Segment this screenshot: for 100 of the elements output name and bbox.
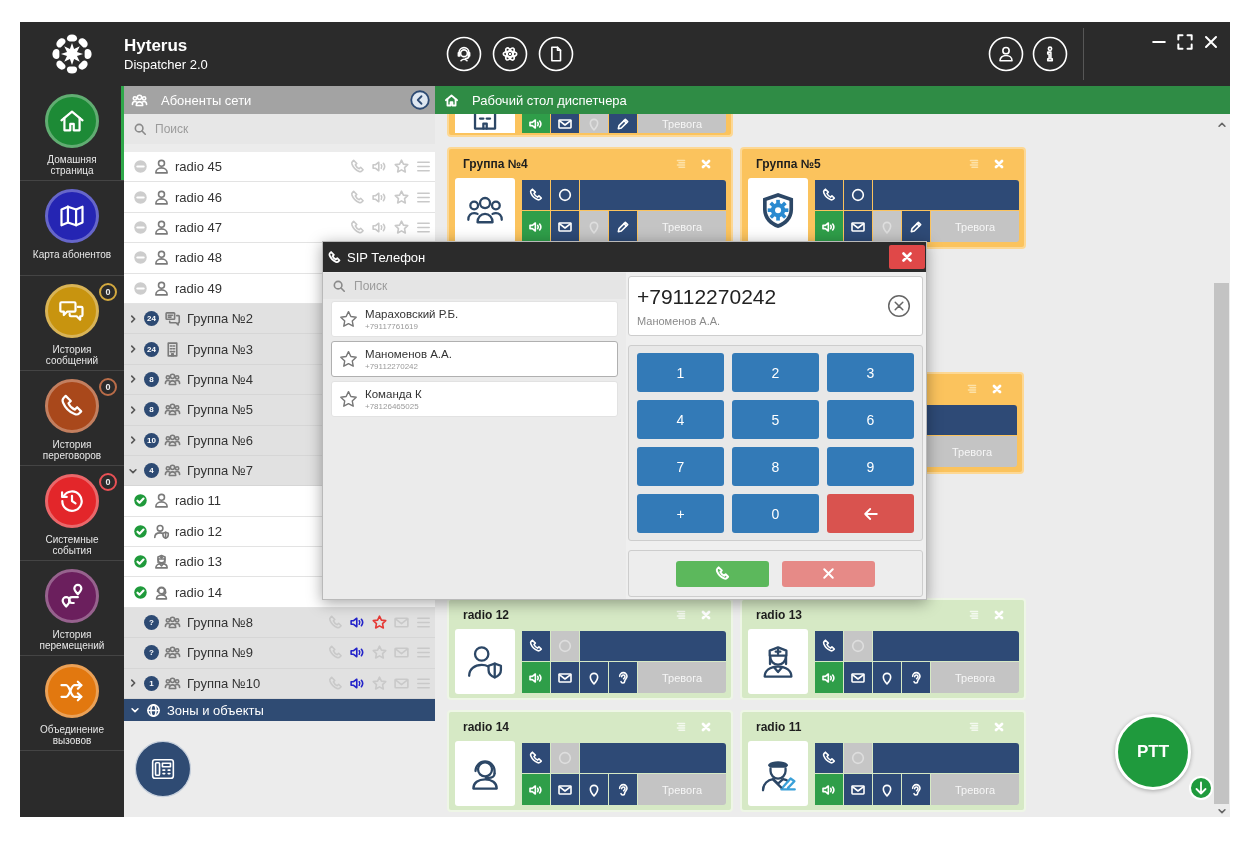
contact-item[interactable]: Мараховский Р.Б. +79117761619	[331, 301, 618, 337]
envelope-button[interactable]	[551, 662, 579, 693]
clear-icon[interactable]	[886, 293, 912, 319]
map-pin-button[interactable]	[580, 774, 608, 805]
envelope-button[interactable]	[844, 662, 872, 693]
phone-icon	[821, 750, 837, 766]
envelope-button[interactable]	[551, 211, 579, 242]
chevron-icon[interactable]	[128, 313, 138, 324]
desk-phone-icon[interactable]	[134, 740, 192, 799]
user-icon[interactable]	[988, 36, 1024, 72]
search-field[interactable]: Поиск	[323, 273, 626, 299]
zones-header[interactable]: Зоны и объекты	[124, 699, 435, 722]
ptt-button[interactable]: PTT	[1115, 714, 1191, 790]
subscriber-item[interactable]: radio 47	[124, 212, 435, 244]
star-icon[interactable]	[371, 674, 388, 692]
subscriber-item[interactable]: radio 45	[124, 152, 435, 183]
keypad-key[interactable]: 3	[827, 353, 914, 392]
keypad-key[interactable]: 2	[732, 353, 819, 392]
phone-button[interactable]	[522, 180, 550, 210]
keypad-key[interactable]: 0	[732, 494, 819, 533]
nav-item[interactable]: Домашняя страница	[20, 86, 124, 181]
chevron-icon[interactable]	[128, 374, 138, 385]
scrollbar-thumb[interactable]	[1214, 283, 1229, 804]
envelope-button[interactable]	[551, 114, 579, 133]
star-icon[interactable]	[393, 158, 410, 176]
ring-button[interactable]	[551, 180, 579, 210]
phone-button[interactable]	[522, 743, 550, 773]
person-icon	[153, 188, 170, 206]
pencil-button[interactable]	[609, 114, 637, 133]
star-icon[interactable]	[371, 644, 388, 662]
chevron-left-icon[interactable]	[410, 90, 430, 110]
keypad-key[interactable]: 9	[827, 447, 914, 486]
chevron-icon[interactable]	[128, 344, 138, 355]
scroll-up-icon[interactable]	[1216, 120, 1227, 130]
maximize-icon[interactable]	[1175, 32, 1195, 52]
ear-button[interactable]	[902, 774, 930, 805]
building-icon	[455, 114, 515, 133]
nav-item[interactable]: Объединение вызовов	[20, 656, 124, 751]
phone-button[interactable]	[815, 180, 843, 210]
star-icon[interactable]	[338, 308, 359, 330]
star-icon[interactable]	[371, 614, 388, 632]
building-icon	[164, 340, 181, 358]
keypad-key[interactable]: 7	[637, 447, 724, 486]
speaker-button[interactable]	[815, 211, 843, 242]
group-item[interactable]: ? Группа №9	[124, 638, 435, 669]
keypad-key[interactable]: 6	[827, 400, 914, 439]
nav-item[interactable]: 0 Системные события	[20, 466, 124, 561]
keypad-key[interactable]: 1	[637, 353, 724, 392]
call-button[interactable]	[676, 560, 769, 587]
keypad-key[interactable]: +	[637, 494, 724, 533]
ear-button[interactable]	[902, 662, 930, 693]
map-pin-button[interactable]	[873, 774, 901, 805]
pencil-button[interactable]	[609, 211, 637, 242]
ring-button[interactable]	[844, 180, 872, 210]
keypad-key[interactable]: 4	[637, 400, 724, 439]
contact-item[interactable]: Команда К +78126465025	[331, 381, 618, 417]
ear-button[interactable]	[609, 774, 637, 805]
contact-item[interactable]: Маноменов А.А. +79112270242	[331, 341, 618, 377]
star-icon[interactable]	[338, 388, 359, 410]
group-item[interactable]: ? Группа №8	[124, 607, 435, 639]
nav-item[interactable]: История перемещений	[20, 561, 124, 656]
scroll-down-icon[interactable]	[1216, 806, 1227, 816]
search-field[interactable]: Поиск	[124, 114, 435, 144]
arrow-down-icon[interactable]	[1189, 776, 1213, 800]
atom-icon[interactable]	[492, 36, 528, 72]
close-button[interactable]	[889, 245, 925, 269]
person-icon	[153, 492, 170, 510]
phone-button[interactable]	[522, 631, 550, 661]
phone-button[interactable]	[815, 631, 843, 661]
star-icon[interactable]	[338, 348, 359, 370]
speaker-button[interactable]	[522, 211, 550, 242]
info-icon[interactable]	[1032, 36, 1068, 72]
pencil-button[interactable]	[902, 211, 930, 242]
star-icon[interactable]	[393, 188, 410, 206]
person-shield-icon	[153, 522, 170, 540]
map-pin-button[interactable]	[580, 662, 608, 693]
dialog-title: SIP Телефон	[347, 249, 426, 265]
headset-icon[interactable]	[446, 36, 482, 72]
chevron-icon[interactable]	[128, 404, 138, 415]
group-item[interactable]: 1 Группа №10	[124, 668, 435, 700]
keypad-key[interactable]: 5	[732, 400, 819, 439]
subscriber-item[interactable]: radio 46	[124, 182, 435, 213]
envelope-button[interactable]	[551, 774, 579, 805]
chevron-icon[interactable]	[128, 678, 138, 689]
workspace-title: Рабочий стол диспетчера	[472, 92, 627, 108]
nav-item[interactable]: 0 История переговоров	[20, 371, 124, 466]
star-icon[interactable]	[393, 218, 410, 236]
count-badge: ?	[144, 645, 159, 661]
chevron-icon[interactable]	[128, 435, 138, 446]
envelope-button[interactable]	[844, 774, 872, 805]
count-badge: 4	[144, 463, 159, 479]
ear-button[interactable]	[609, 662, 637, 693]
envelope-button[interactable]	[844, 211, 872, 242]
keypad-key[interactable]: 8	[732, 447, 819, 486]
nav-item[interactable]: Карта абонентов	[20, 181, 124, 276]
house-icon[interactable]	[444, 92, 459, 108]
phone-button[interactable]	[815, 743, 843, 773]
map-pin-button[interactable]	[873, 662, 901, 693]
document-icon[interactable]	[538, 36, 574, 72]
nav-item[interactable]: 0 История сообщений	[20, 276, 124, 371]
